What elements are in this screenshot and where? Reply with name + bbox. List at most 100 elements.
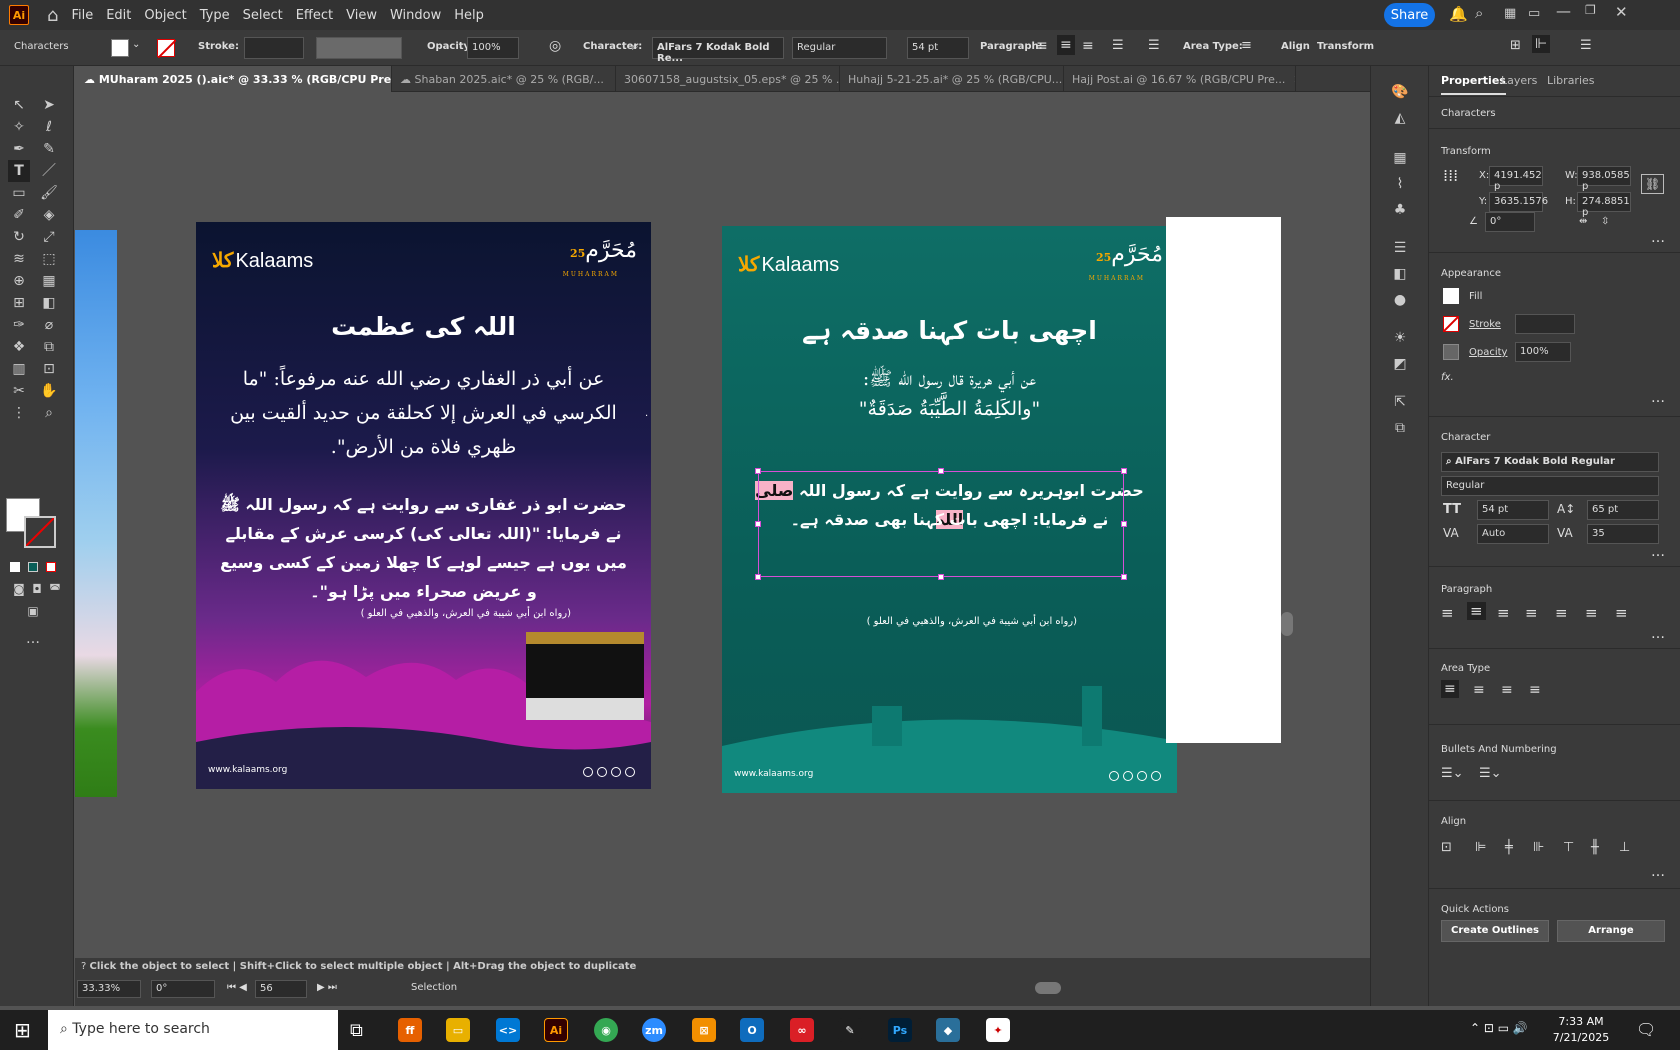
symbols-icon[interactable]: ♣ (1390, 202, 1410, 222)
justify-center-icon[interactable]: ≡ (1555, 604, 1568, 622)
hand-tool-icon[interactable]: ✋ (38, 380, 60, 402)
color-palette-icon[interactable]: 🎨 (1390, 84, 1410, 104)
pen-tool-icon[interactable]: ✒ (8, 138, 30, 160)
minimize-icon[interactable]: — (1556, 2, 1571, 20)
kerning-input[interactable]: Auto (1477, 524, 1549, 544)
font-style-select[interactable]: Regular (792, 37, 887, 59)
firefox-icon[interactable]: ff (398, 1018, 422, 1042)
align-h-center-icon[interactable]: ╪ (1505, 840, 1513, 855)
task-view-icon[interactable]: ⧉ (350, 1020, 363, 1041)
fill-swatch[interactable] (1443, 288, 1459, 304)
bell-icon[interactable]: 🔔 (1449, 5, 1468, 23)
resize-handle[interactable] (1121, 574, 1127, 580)
more-options-icon[interactable]: … (1651, 230, 1666, 246)
tab-document-5[interactable]: Hajj Post.ai @ 16.67 % (RGB/CPU Pre... ✕ (1064, 66, 1296, 92)
arrange-docs-icon[interactable]: ⊞ (1510, 38, 1521, 53)
gradient-panel-icon[interactable]: ◧ (1390, 266, 1410, 286)
flip-horizontal-icon[interactable]: ⇹ (1579, 216, 1587, 227)
app-icon[interactable]: ◆ (936, 1018, 960, 1042)
paintbrush-tool-icon[interactable]: 🖌 (38, 182, 60, 204)
eyedropper-tool-icon[interactable]: ✑ (8, 314, 30, 336)
reference-text[interactable]: (رواه ابن أبي شيبة في العرش، والذهبي في … (236, 608, 571, 619)
type-tool-icon[interactable]: T (8, 160, 30, 182)
x-input[interactable]: 4191.452 p (1489, 166, 1543, 192)
font-style-select[interactable]: Regular (1441, 476, 1659, 496)
align-left-icon[interactable]: ≡ (1036, 38, 1048, 54)
tab-document-1[interactable]: ☁ MUharam 2025 ().aic* @ 33.33 % (RGB/CP… (76, 66, 392, 92)
artboard-tool-icon[interactable]: ⊡ (38, 358, 60, 380)
recolor-icon[interactable]: ◎ (549, 38, 561, 54)
system-tray-icons[interactable]: ⌃ ⊡ ▭ 🔊 (1470, 1021, 1528, 1035)
stroke-weight-input[interactable] (1515, 314, 1575, 334)
none-mode-button[interactable] (46, 562, 56, 572)
area-type-3-icon[interactable]: ≡ (1501, 682, 1513, 698)
font-size-input[interactable]: 54 pt (907, 37, 969, 59)
mesh-tool-icon[interactable]: ⊞ (8, 292, 30, 314)
artboard-number-input[interactable]: 56 (255, 980, 307, 998)
align-v-center-icon[interactable]: ╫ (1591, 840, 1599, 855)
tab-libraries[interactable]: Libraries (1547, 74, 1595, 87)
photoshop-icon[interactable]: Ps (888, 1018, 912, 1042)
panel-toggle-icon[interactable]: ⊩ (1532, 35, 1551, 53)
gradient-tool-icon[interactable]: ◧ (38, 292, 60, 314)
stroke-panel-icon[interactable]: ☰ (1390, 240, 1410, 260)
slice-tool-icon[interactable]: ✂ (8, 380, 30, 402)
creative-cloud-icon[interactable]: ∞ (790, 1018, 814, 1042)
lasso-tool-icon[interactable]: ℓ (38, 116, 60, 138)
tab-document-3[interactable]: 30607158_augustsix_05.eps* @ 25 % ... (616, 66, 840, 92)
stroke-swatch[interactable] (157, 39, 177, 59)
justify-all-icon[interactable]: ≡ (1615, 604, 1628, 622)
align-right-edges-icon[interactable]: ⊪ (1533, 840, 1544, 855)
vscode-icon[interactable]: <> (496, 1018, 520, 1042)
clock-time[interactable]: 7:33 AM (1546, 1015, 1616, 1028)
align-center-icon[interactable]: ≡ (1057, 35, 1075, 55)
artboard-title[interactable]: اچھی بات کہنا صدقہ ہے (722, 316, 1177, 345)
stroke-swatch[interactable] (1443, 316, 1459, 332)
justify-left-icon[interactable]: ≡ (1525, 604, 1538, 622)
close-icon[interactable]: ✕ (1615, 3, 1628, 21)
symbol-sprayer-tool-icon[interactable]: ❖ (8, 336, 30, 358)
screen-mode-icon[interactable]: ▣ (22, 600, 44, 622)
urdu-translation[interactable]: حضرت ابو ذر غفاری سے روایت ہے کہ رسول ال… (216, 490, 631, 606)
chrome-icon[interactable]: ◉ (594, 1018, 618, 1042)
more-options-icon[interactable]: … (1651, 390, 1666, 406)
fx-icon[interactable]: fx. (1441, 372, 1454, 383)
menu-file[interactable]: File (71, 8, 93, 23)
menu-help[interactable]: Help (454, 8, 484, 23)
text-selection-box[interactable] (758, 471, 1124, 577)
zoom-select[interactable]: 33.33% (77, 980, 141, 998)
area-type-icon[interactable]: ≡ (1241, 38, 1252, 53)
illustrator-icon[interactable]: Ai (544, 1018, 568, 1042)
image-trace-icon[interactable]: ◭ (1390, 110, 1410, 130)
tracking-input[interactable]: 35 (1587, 524, 1659, 544)
font-size-input[interactable]: 54 pt (1477, 500, 1549, 520)
reference-text[interactable]: (رواه ابن أبي شيبة في العرش، والذهبي في … (762, 616, 1077, 627)
arabic-hadith-line-2[interactable]: "والكَلِمَةُ الطَّيِّبَةُ صَدَقَةٌ" (742, 392, 1157, 426)
resize-handle[interactable] (755, 521, 761, 527)
more-options-icon[interactable]: … (1651, 864, 1666, 880)
perspective-tool-icon[interactable]: ▦ (38, 270, 60, 292)
magic-wand-tool-icon[interactable]: ✧ (8, 116, 30, 138)
pen-app-icon[interactable]: ✎ (838, 1018, 862, 1042)
artboard-muharram-1[interactable]: كلا Kalaams مُحَرَّم25 MUHARRAM اللہ کی عظ… (196, 222, 651, 789)
font-family-select[interactable]: AlFars 7 Kodak Bold Re... (652, 37, 784, 64)
search-icon[interactable]: ⌕ (1475, 4, 1483, 22)
brushes-icon[interactable]: ⌇ (1390, 176, 1410, 196)
windows-start-icon[interactable]: ⊞ (14, 1018, 31, 1042)
scale-tool-icon[interactable]: ⤢ (38, 226, 60, 248)
clock-date[interactable]: 7/21/2025 (1546, 1031, 1616, 1044)
zoom-tool-icon[interactable]: ⌕ (38, 402, 60, 424)
artboards-panel-icon[interactable]: ⧉ (1390, 420, 1410, 440)
arabic-hadith[interactable]: عن أبي ذر الغفاري رضي الله عنه مرفوعاً: … (216, 362, 631, 464)
link-proportions-icon[interactable]: ⛓ (1641, 174, 1665, 194)
opacity-input[interactable]: 100% (1515, 342, 1571, 362)
font-search-icon[interactable]: ⌕ (632, 39, 639, 54)
blend-tool-icon[interactable]: ⧉ (38, 336, 60, 358)
h-input[interactable]: 274.8851 p (1577, 192, 1631, 218)
vertical-scrollbar[interactable] (1281, 612, 1293, 636)
resize-handle[interactable] (938, 574, 944, 580)
area-type-4-icon[interactable]: ≡ (1529, 682, 1541, 698)
workspace-icon[interactable]: ▦ (1504, 6, 1516, 21)
tab-properties[interactable]: Properties (1441, 74, 1506, 95)
artboard-blank[interactable] (1166, 217, 1281, 743)
